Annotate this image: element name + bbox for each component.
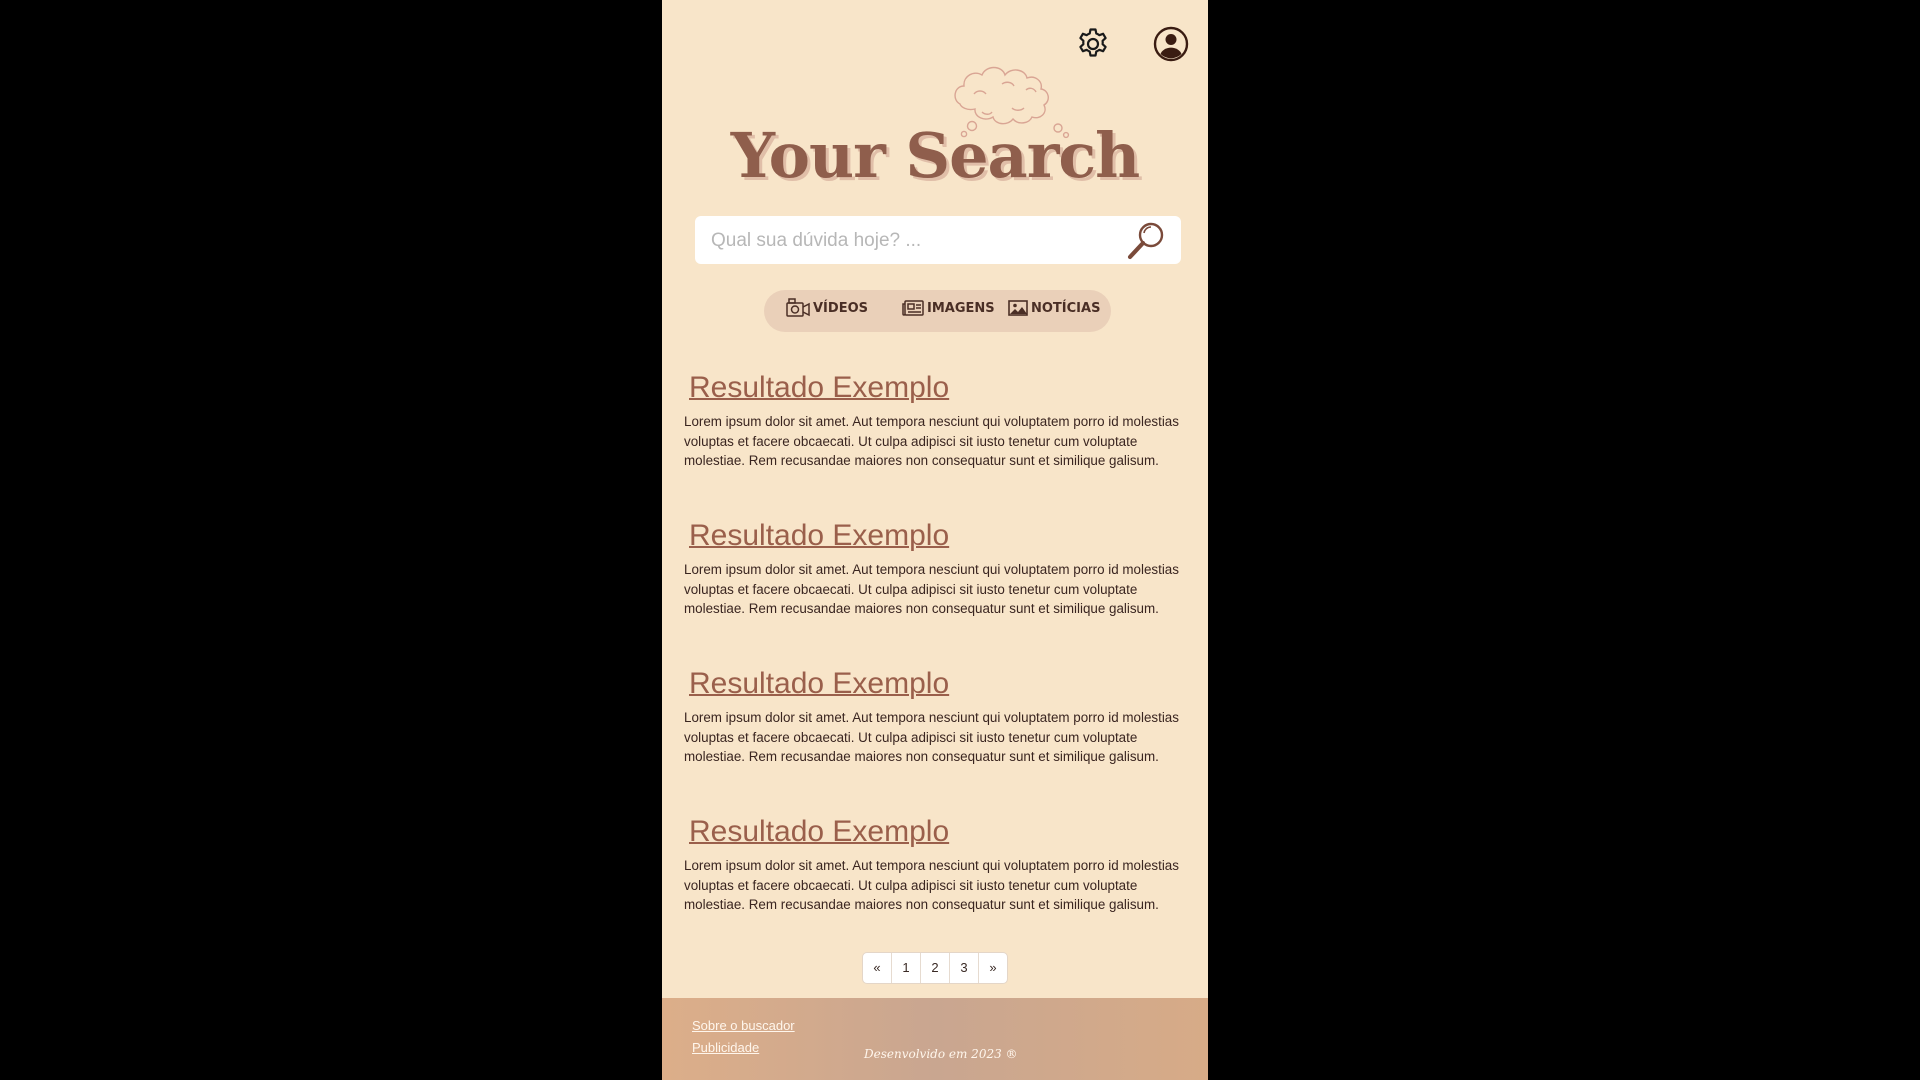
footer: Sobre o buscador Publicidade Desenvolvid… — [662, 998, 1208, 1080]
footer-copyright: Desenvolvido em 2023 ® — [864, 1047, 1018, 1061]
tab-imagens[interactable]: IMAGENS — [902, 290, 995, 326]
pagination-page-1[interactable]: 1 — [892, 953, 921, 983]
pagination-next[interactable]: » — [979, 953, 1007, 983]
footer-link-sobre[interactable]: Sobre o buscador — [692, 1018, 795, 1033]
search-results-page: Your Search VÍDEOS — [662, 0, 1208, 1080]
tab-noticias-label: NOTÍCIAS — [1031, 300, 1101, 316]
results-list: Resultado Exemplo Lorem ipsum dolor sit … — [684, 368, 1189, 960]
result-snippet: Lorem ipsum dolor sit amet. Aut tempora … — [684, 858, 1179, 913]
tab-videos-label: VÍDEOS — [813, 300, 868, 316]
magnifier-icon[interactable] — [1125, 220, 1167, 262]
result-snippet: Lorem ipsum dolor sit amet. Aut tempora … — [684, 710, 1179, 765]
result-snippet: Lorem ipsum dolor sit amet. Aut tempora … — [684, 562, 1179, 617]
result-item: Resultado Exemplo Lorem ipsum dolor sit … — [684, 664, 1189, 812]
user-circle-icon[interactable] — [1153, 26, 1189, 62]
tab-imagens-label: IMAGENS — [927, 300, 995, 316]
pagination-page-3[interactable]: 3 — [950, 953, 979, 983]
result-title-link[interactable]: Resultado Exemplo — [689, 516, 1189, 556]
pagination-prev[interactable]: « — [863, 953, 892, 983]
pagination-page-2[interactable]: 2 — [921, 953, 950, 983]
logo-title: Your Search — [730, 119, 1140, 192]
result-title-link[interactable]: Resultado Exemplo — [689, 812, 1189, 852]
camera-icon — [786, 298, 810, 317]
result-item: Resultado Exemplo Lorem ipsum dolor sit … — [684, 516, 1189, 664]
result-item: Resultado Exemplo Lorem ipsum dolor sit … — [684, 812, 1189, 960]
image-icon — [1008, 300, 1028, 316]
result-snippet: Lorem ipsum dolor sit amet. Aut tempora … — [684, 414, 1179, 469]
newspaper-icon — [902, 300, 924, 316]
footer-link-publicidade[interactable]: Publicidade — [692, 1040, 759, 1055]
pagination: « 1 2 3 » — [862, 952, 1008, 984]
result-title-link[interactable]: Resultado Exemplo — [689, 664, 1189, 704]
tab-noticias[interactable]: NOTÍCIAS — [1008, 290, 1100, 326]
search-input[interactable] — [709, 216, 1113, 266]
result-title-link[interactable]: Resultado Exemplo — [689, 368, 1189, 408]
result-item: Resultado Exemplo Lorem ipsum dolor sit … — [684, 368, 1189, 516]
tab-videos[interactable]: VÍDEOS — [786, 290, 868, 326]
search-box — [695, 216, 1181, 266]
category-tabs: VÍDEOS IMAGENS NOTÍCIAS — [764, 290, 1111, 332]
